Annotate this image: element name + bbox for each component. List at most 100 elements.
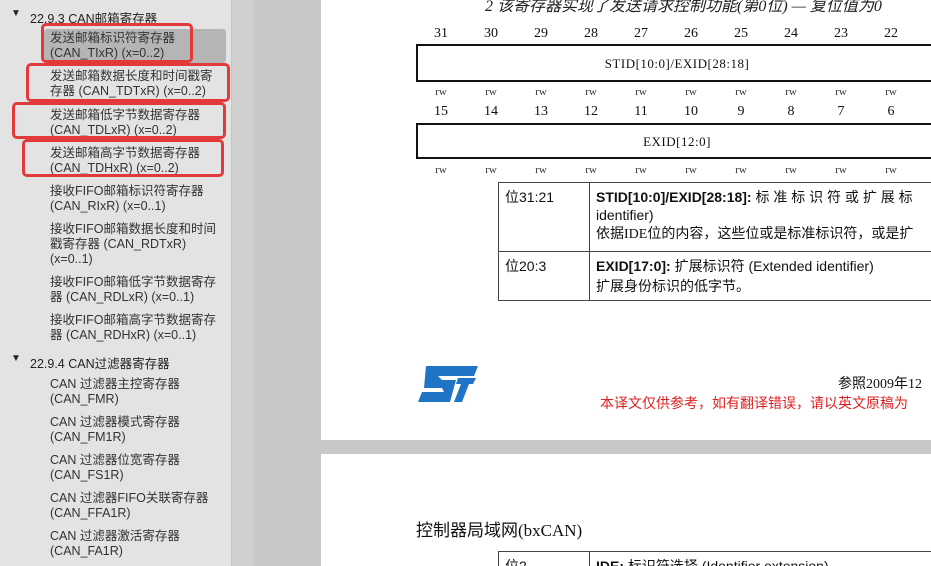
bookmark-label: CAN 过滤器位宽寄存器 <box>50 453 180 467</box>
bit-number: 25 <box>734 26 748 41</box>
access-label: rw <box>635 86 647 98</box>
bit-number: 7 <box>837 104 845 119</box>
access-label: rw <box>685 86 697 98</box>
table-row: 位31:21 STID[10:0]/EXID[28:18]: 标 准 标 识 符… <box>498 182 931 252</box>
bookmark-can-fm1r[interactable]: CAN 过滤器模式寄存器 (CAN_FM1R) <box>44 413 226 447</box>
pdf-page: 2 该寄存器实现了发送请求控制功能(第0位) — 复位值为0 31 30 29 28 2… <box>321 0 931 440</box>
field-label: STID[10:0]/EXID[28:18] <box>604 56 750 71</box>
access-label: rw <box>885 164 897 176</box>
bookmark-label: (CAN_FA1R) <box>50 544 123 558</box>
access-label: rw <box>735 164 747 176</box>
bit-number: 9 <box>737 104 745 119</box>
sidebar-scrollbar[interactable] <box>231 0 254 566</box>
field-desc: identifier) <box>596 207 654 223</box>
reference-text: 参照2009年12 <box>838 377 922 392</box>
access-label: rw <box>685 164 697 176</box>
bookmark-can-tdhxr[interactable]: 发送邮箱高字节数据寄存器 (CAN_TDHxR) (x=0..2) <box>44 144 226 178</box>
bookmark-label: (CAN_FFA1R) <box>50 506 131 520</box>
bit-range-cell: 位31:21 <box>498 182 590 252</box>
field-desc: 依据IDE位的内容，这些位或是标准标识符，或是扩 <box>596 227 914 242</box>
bit-number: 8 <box>787 104 795 119</box>
description-cell: STID[10:0]/EXID[28:18]: 标 准 标 识 符 或 扩 展 … <box>589 182 931 252</box>
field-label: EXID[12:0] <box>643 134 711 149</box>
bookmark-label: CAN 过滤器FIFO关联寄存器 <box>50 491 209 505</box>
bit-number: 27 <box>634 26 648 41</box>
access-label: rw <box>785 86 797 98</box>
bookmark-label: (CAN_FS1R) <box>50 468 124 482</box>
bit-number: 24 <box>784 26 798 41</box>
section-label: 22.9.4 CAN过滤器寄存器 <box>30 357 170 371</box>
bit-number: 29 <box>534 26 548 41</box>
bookmark-can-ffa1r[interactable]: CAN 过滤器FIFO关联寄存器 (CAN_FFA1R) <box>44 489 226 523</box>
field-title: EXID[17:0]: <box>596 258 671 274</box>
page-header-text: 2 该寄存器实现了发送请求控制功能(第0位) — 复位值为0 <box>485 0 882 15</box>
access-label: rw <box>485 86 497 98</box>
bookmark-can-tdtxr[interactable]: 发送邮箱数据长度和时间戳寄 存器 (CAN_TDTxR) (x=0..2) <box>44 67 226 101</box>
disclaimer-text: 本译文仅供参考，如有翻译错误，请以英文原稿为 <box>600 397 908 412</box>
field-desc: 标识符选择 (Identifier extension) <box>624 558 829 566</box>
bookmark-label: CAN 过滤器模式寄存器 <box>50 415 180 429</box>
register-field-lower: EXID[12:0] <box>416 123 931 159</box>
bookmark-label: 接收FIFO邮箱标识符寄存器 <box>50 184 204 198</box>
bookmark-can-tixr[interactable]: 发送邮箱标识符寄存器 (CAN_TIxR) (x=0..2) <box>44 29 226 63</box>
access-label: rw <box>535 86 547 98</box>
bookmark-label: (CAN_TIxR) (x=0..2) <box>50 46 165 60</box>
bookmark-label: (CAN_FMR) <box>50 392 119 406</box>
bit-number: 14 <box>484 104 498 119</box>
bookmark-can-fmr[interactable]: CAN 过滤器主控寄存器 (CAN_FMR) <box>44 375 226 409</box>
bit-number: 11 <box>634 104 648 119</box>
table-row: 位2 IDE: 标识符选择 (Identifier extension) <box>498 551 931 566</box>
access-label: rw <box>535 164 547 176</box>
bit-number: 26 <box>684 26 698 41</box>
bit-number: 30 <box>484 26 498 41</box>
register-field-upper: STID[10:0]/EXID[28:18] <box>416 44 931 82</box>
bit-number: 28 <box>584 26 598 41</box>
field-title: STID[10:0]/EXID[28:18]: <box>596 189 752 205</box>
bookmark-label: 器 (CAN_RDLxR) (x=0..1) <box>50 290 195 304</box>
bookmark-label: 戳寄存器 (CAN_RDTxR) <box>50 237 187 251</box>
bit-number: 15 <box>434 104 448 119</box>
bookmark-sidebar: ▼ 22.9.3 CAN邮箱寄存器 发送邮箱标识符寄存器 (CAN_TIxR) … <box>0 0 231 566</box>
bit-range-cell: 位2 <box>498 551 590 566</box>
bit-number: 13 <box>534 104 548 119</box>
bookmark-can-tdlxr[interactable]: 发送邮箱低字节数据寄存器 (CAN_TDLxR) (x=0..2) <box>44 106 226 140</box>
collapse-arrow-icon[interactable]: ▼ <box>11 353 21 364</box>
bit-number: 31 <box>434 26 448 41</box>
bit-description-table: 位2 IDE: 标识符选择 (Identifier extension) <box>498 551 931 566</box>
bit-number: 10 <box>684 104 698 119</box>
description-cell: EXID[17:0]: 扩展标识符 (Extended identifier) … <box>589 251 931 301</box>
bookmark-can-rdlxr[interactable]: 接收FIFO邮箱低字节数据寄存 器 (CAN_RDLxR) (x=0..1) <box>44 273 226 307</box>
access-label: rw <box>735 86 747 98</box>
bookmark-can-rixr[interactable]: 接收FIFO邮箱标识符寄存器 (CAN_RIxR) (x=0..1) <box>44 182 226 216</box>
st-logo-icon <box>418 366 478 402</box>
bookmark-can-fs1r[interactable]: CAN 过滤器位宽寄存器 (CAN_FS1R) <box>44 451 226 485</box>
table-row: 位20:3 EXID[17:0]: 扩展标识符 (Extended identi… <box>498 251 931 301</box>
access-label: rw <box>885 86 897 98</box>
bookmark-can-fa1r[interactable]: CAN 过滤器激活寄存器 (CAN_FA1R) <box>44 527 226 561</box>
bit-number: 6 <box>887 104 895 119</box>
bit-number: 23 <box>834 26 848 41</box>
bookmark-label: (CAN_FM1R) <box>50 430 126 444</box>
access-label: rw <box>435 164 447 176</box>
bit-description-table: 位31:21 STID[10:0]/EXID[28:18]: 标 准 标 识 符… <box>498 182 931 301</box>
section-label: 22.9.3 CAN邮箱寄存器 <box>30 12 158 26</box>
collapse-arrow-icon[interactable]: ▼ <box>11 8 21 19</box>
bookmark-label: (CAN_RIxR) (x=0..1) <box>50 199 166 213</box>
bookmark-label: (x=0..1) <box>50 252 93 266</box>
access-label: rw <box>785 164 797 176</box>
description-cell: IDE: 标识符选择 (Identifier extension) <box>589 551 931 566</box>
bookmark-label: 发送邮箱低字节数据寄存器 <box>50 108 201 122</box>
bookmark-label: CAN 过滤器激活寄存器 <box>50 529 180 543</box>
access-label: rw <box>835 164 847 176</box>
field-title: IDE: <box>596 558 624 566</box>
document-viewer: 2 该寄存器实现了发送请求控制功能(第0位) — 复位值为0 31 30 29 28 2… <box>253 0 931 566</box>
field-desc: 扩展身份标识的低字节。 <box>596 280 750 295</box>
bookmark-label: 接收FIFO邮箱数据长度和时间 <box>50 222 216 236</box>
access-label: rw <box>635 164 647 176</box>
bit-number: 12 <box>584 104 598 119</box>
bookmark-can-rdtxr[interactable]: 接收FIFO邮箱数据长度和时间 戳寄存器 (CAN_RDTxR) (x=0..1… <box>44 220 226 269</box>
pdf-page: 控制器局域网(bxCAN) 位2 IDE: 标识符选择 (Identifier … <box>321 454 931 566</box>
field-desc: 扩展标识符 (Extended identifier) <box>670 258 874 274</box>
bookmark-can-rdhxr[interactable]: 接收FIFO邮箱高字节数据寄存 器 (CAN_RDHxR) (x=0..1) <box>44 311 226 345</box>
bookmark-label: 存器 (CAN_TDTxR) (x=0..2) <box>50 84 206 98</box>
